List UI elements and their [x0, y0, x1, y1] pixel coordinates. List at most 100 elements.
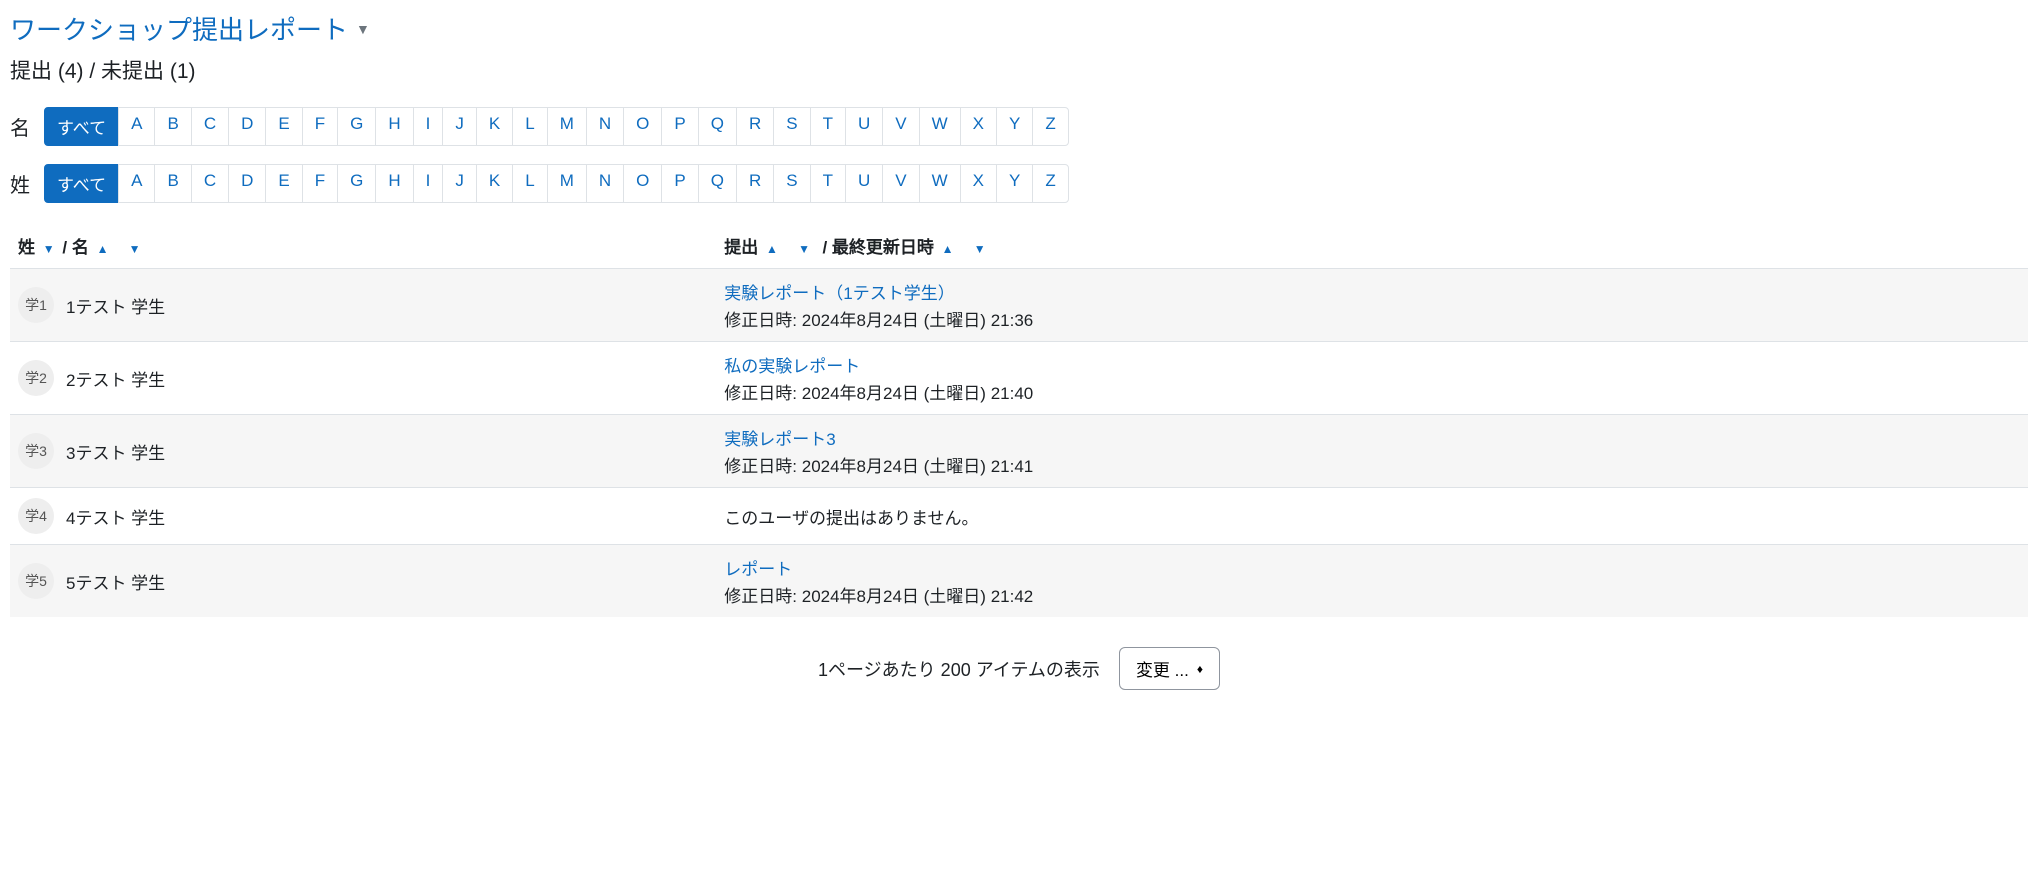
filter-letter[interactable]: I — [413, 107, 444, 146]
table-row: 学11テスト 学生実験レポート（1テスト学生）修正日時: 2024年8月24日 … — [10, 269, 2028, 342]
avatar: 学4 — [18, 498, 54, 534]
filter-letter[interactable]: P — [661, 107, 698, 146]
filter-letter[interactable]: P — [661, 164, 698, 203]
submission-link[interactable]: 実験レポート3 — [724, 425, 2020, 450]
filter-letter[interactable]: G — [337, 164, 376, 203]
filter-letter[interactable]: N — [586, 164, 624, 203]
filter-letter[interactable]: Y — [996, 164, 1033, 203]
filter-letter[interactable]: U — [845, 107, 883, 146]
col-submission-label[interactable]: 提出 — [724, 238, 758, 257]
filter-letter[interactable]: Y — [996, 107, 1033, 146]
filter-letter[interactable]: V — [882, 164, 919, 203]
submission-link[interactable]: レポート — [724, 555, 2020, 580]
filter-letter[interactable]: Z — [1032, 164, 1068, 203]
lastname-filter-label: 姓 — [10, 169, 34, 198]
filter-letter[interactable]: F — [302, 164, 338, 203]
firstname-filter-label: 名 — [10, 112, 34, 141]
submission-cell: レポート修正日時: 2024年8月24日 (土曜日) 21:42 — [716, 545, 2028, 618]
filter-letter[interactable]: U — [845, 164, 883, 203]
filter-letter[interactable]: S — [773, 164, 810, 203]
filter-letter[interactable]: K — [476, 107, 513, 146]
submission-summary: 提出 (4) / 未提出 (1) — [10, 55, 2028, 85]
filter-letter[interactable]: L — [512, 107, 547, 146]
table-row: 学55テスト 学生レポート修正日時: 2024年8月24日 (土曜日) 21:4… — [10, 545, 2028, 618]
avatar: 学3 — [18, 433, 54, 469]
filter-letter[interactable]: D — [228, 164, 266, 203]
filter-letter[interactable]: H — [375, 164, 413, 203]
sort-desc-icon[interactable]: ▼ — [43, 242, 55, 256]
filter-letter[interactable]: K — [476, 164, 513, 203]
user-cell: 学44テスト 学生 — [10, 488, 716, 545]
filter-letter[interactable]: A — [118, 164, 155, 203]
sort-asc-icon[interactable]: ▲ — [942, 242, 954, 256]
avatar: 学2 — [18, 360, 54, 396]
filter-letter[interactable]: X — [960, 107, 997, 146]
filter-letter[interactable]: M — [547, 164, 587, 203]
submission-modified: 修正日時: 2024年8月24日 (土曜日) 21:36 — [724, 306, 2020, 331]
filter-letter[interactable]: W — [919, 164, 961, 203]
user-name: 2テスト 学生 — [66, 366, 165, 391]
submission-modified: 修正日時: 2024年8月24日 (土曜日) 21:41 — [724, 452, 2020, 477]
filter-letter[interactable]: B — [154, 107, 191, 146]
avatar: 学1 — [18, 287, 54, 323]
submission-cell: 私の実験レポート修正日時: 2024年8月24日 (土曜日) 21:40 — [716, 342, 2028, 415]
filter-letter[interactable]: Z — [1032, 107, 1068, 146]
filter-letter[interactable]: J — [442, 164, 477, 203]
filter-letter[interactable]: W — [919, 107, 961, 146]
filter-letter[interactable]: E — [265, 107, 302, 146]
filter-letter[interactable]: M — [547, 107, 587, 146]
filter-all[interactable]: すべて — [44, 164, 119, 203]
submission-link[interactable]: 実験レポート（1テスト学生） — [724, 279, 2020, 304]
header-separator: / — [62, 238, 67, 257]
filter-letter[interactable]: R — [736, 164, 774, 203]
change-per-page-button[interactable]: 変更 ... ♦ — [1119, 647, 1220, 690]
col-lastmod-label[interactable]: 最終更新日時 — [832, 238, 934, 257]
table-row: 学44テスト 学生このユーザの提出はありません。 — [10, 488, 2028, 545]
sort-asc-icon[interactable]: ▲ — [766, 242, 778, 256]
filter-letter[interactable]: X — [960, 164, 997, 203]
user-cell: 学3 3テスト 学生 — [10, 415, 716, 488]
sort-asc-icon[interactable]: ▲ — [97, 242, 109, 256]
filter-letter[interactable]: O — [623, 164, 662, 203]
filter-letter[interactable]: Q — [698, 164, 737, 203]
change-button-label: 変更 ... — [1136, 656, 1189, 681]
filter-letter[interactable]: F — [302, 107, 338, 146]
user-cell: 学55テスト 学生 — [10, 545, 716, 618]
filter-letter[interactable]: O — [623, 107, 662, 146]
firstname-filter-list: すべてABCDEFGHIJKLMNOPQRSTUVWXYZ — [44, 107, 1069, 146]
no-submission-text: このユーザの提出はありません。 — [724, 504, 2020, 529]
filter-letter[interactable]: H — [375, 107, 413, 146]
filter-letter[interactable]: C — [191, 107, 229, 146]
user-name: 5テスト 学生 — [66, 569, 165, 594]
user-cell: 学2 2テスト 学生 — [10, 342, 716, 415]
filter-letter[interactable]: T — [810, 107, 846, 146]
col-firstname-label[interactable]: 名 — [72, 238, 89, 257]
filter-letter[interactable]: E — [265, 164, 302, 203]
title-dropdown-icon[interactable]: ▼ — [356, 21, 370, 37]
filter-letter[interactable]: T — [810, 164, 846, 203]
filter-letter[interactable]: D — [228, 107, 266, 146]
submission-cell: このユーザの提出はありません。 — [716, 488, 2028, 545]
filter-letter[interactable]: B — [154, 164, 191, 203]
filter-letter[interactable]: G — [337, 107, 376, 146]
submission-cell: 実験レポート（1テスト学生）修正日時: 2024年8月24日 (土曜日) 21:… — [716, 269, 2028, 342]
filter-letter[interactable]: A — [118, 107, 155, 146]
filter-letter[interactable]: J — [442, 107, 477, 146]
filter-letter[interactable]: Q — [698, 107, 737, 146]
col-header-submission: 提出 ▲ ▼ / 最終更新日時 ▲ ▼ — [716, 223, 2028, 269]
submission-link[interactable]: 私の実験レポート — [724, 352, 2020, 377]
filter-letter[interactable]: C — [191, 164, 229, 203]
user-name: 3テスト 学生 — [66, 439, 165, 464]
filter-letter[interactable]: R — [736, 107, 774, 146]
sort-desc-icon[interactable]: ▼ — [129, 242, 141, 256]
sort-desc-icon[interactable]: ▼ — [974, 242, 986, 256]
col-lastname-label[interactable]: 姓 — [18, 238, 35, 257]
sort-desc-icon[interactable]: ▼ — [798, 242, 810, 256]
filter-letter[interactable]: V — [882, 107, 919, 146]
filter-all[interactable]: すべて — [44, 107, 119, 146]
filter-letter[interactable]: N — [586, 107, 624, 146]
pagination-footer: 1ページあたり 200 アイテムの表示 変更 ... ♦ — [10, 647, 2028, 690]
filter-letter[interactable]: L — [512, 164, 547, 203]
filter-letter[interactable]: S — [773, 107, 810, 146]
filter-letter[interactable]: I — [413, 164, 444, 203]
